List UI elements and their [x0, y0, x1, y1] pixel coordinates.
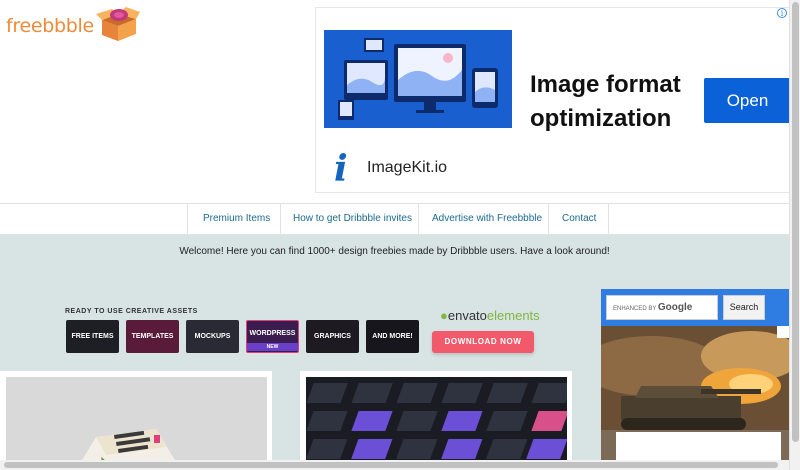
ad-info-icon[interactable] [777, 326, 789, 338]
nav-divider [187, 204, 188, 235]
nav-advertise[interactable]: Advertise with Freebbble [432, 213, 542, 224]
envato-banner[interactable]: READY TO USE CREATIVE ASSETS FREE ITEMS … [60, 300, 540, 362]
search-button[interactable]: Search [723, 295, 765, 320]
ad-open-button[interactable]: Open [704, 78, 791, 123]
ad-headline-text: Image format optimization [530, 71, 681, 132]
tile-label: WORDPRESS [249, 330, 296, 337]
vertical-scrollbar[interactable] [789, 0, 800, 470]
logo-text: freebbble [6, 15, 94, 37]
freebie-thumbnail[interactable] [6, 377, 267, 470]
ad-headline[interactable]: Image format optimization [530, 68, 690, 136]
nav-contact[interactable]: Contact [562, 213, 596, 224]
download-now-button[interactable]: DOWNLOAD NOW [432, 331, 534, 353]
tile-label: GRAPHICS [314, 333, 351, 340]
search-input[interactable]: ENHANCED BY Google [606, 295, 718, 320]
nav-divider [608, 204, 609, 235]
main-nav: Premium Items How to get Dribbble invite… [0, 203, 789, 235]
site-logo[interactable]: freebbble [6, 7, 140, 42]
tile-label: MOCKUPS [194, 333, 231, 340]
nav-dribbble-invites[interactable]: How to get Dribbble invites [293, 213, 412, 224]
new-badge: NEW [247, 343, 298, 351]
ad-illustration [324, 30, 512, 128]
tile-graphics[interactable]: GRAPHICS [306, 320, 359, 353]
freebie-card[interactable] [0, 371, 272, 470]
envato-logo-accent: elements [486, 308, 540, 323]
nav-divider [280, 204, 281, 235]
scroll-thumb[interactable] [792, 2, 799, 442]
tile-label: AND MORE! [372, 333, 413, 340]
envato-logo-text: envato [447, 308, 487, 323]
nav-divider [548, 204, 549, 235]
envato-logo: ●envatoelements [440, 308, 540, 323]
tile-free-items[interactable]: FREE ITEMS [66, 320, 119, 353]
envato-banner-title: READY TO USE CREATIVE ASSETS [65, 308, 198, 315]
search-placeholder-prefix: ENHANCED BY [613, 306, 657, 312]
tile-label: TEMPLATES [131, 333, 174, 340]
box-logo-icon [95, 7, 140, 41]
sidebar-search: ENHANCED BY Google Search [601, 289, 789, 326]
top-advertisement[interactable]: i Image format optimization Open i Image… [315, 7, 792, 193]
tile-mockups[interactable]: MOCKUPS [186, 320, 239, 353]
sidebar-advertisement[interactable]: W T [601, 326, 789, 470]
freebie-card[interactable] [300, 371, 572, 470]
tile-and-more[interactable]: AND MORE! [366, 320, 419, 353]
freebie-thumbnail[interactable] [306, 377, 567, 470]
tile-wordpress[interactable]: WORDPRESS NEW [246, 320, 299, 353]
imagekit-logo-icon: i [334, 148, 348, 190]
nav-premium-items[interactable]: Premium Items [203, 213, 270, 224]
tile-templates[interactable]: TEMPLATES [126, 320, 179, 353]
welcome-message: Welcome! Here you can find 1000+ design … [0, 235, 789, 268]
google-brand-text: Google [657, 302, 693, 313]
ad-info-icon[interactable]: i [777, 8, 787, 18]
ad-brand-name[interactable]: ImageKit.io [367, 159, 447, 177]
envato-leaf-icon: ● [440, 308, 448, 323]
nav-divider [418, 204, 419, 235]
horizontal-scrollbar[interactable] [0, 460, 789, 470]
scroll-thumb[interactable] [4, 462, 778, 468]
tile-label: FREE ITEMS [71, 333, 114, 340]
